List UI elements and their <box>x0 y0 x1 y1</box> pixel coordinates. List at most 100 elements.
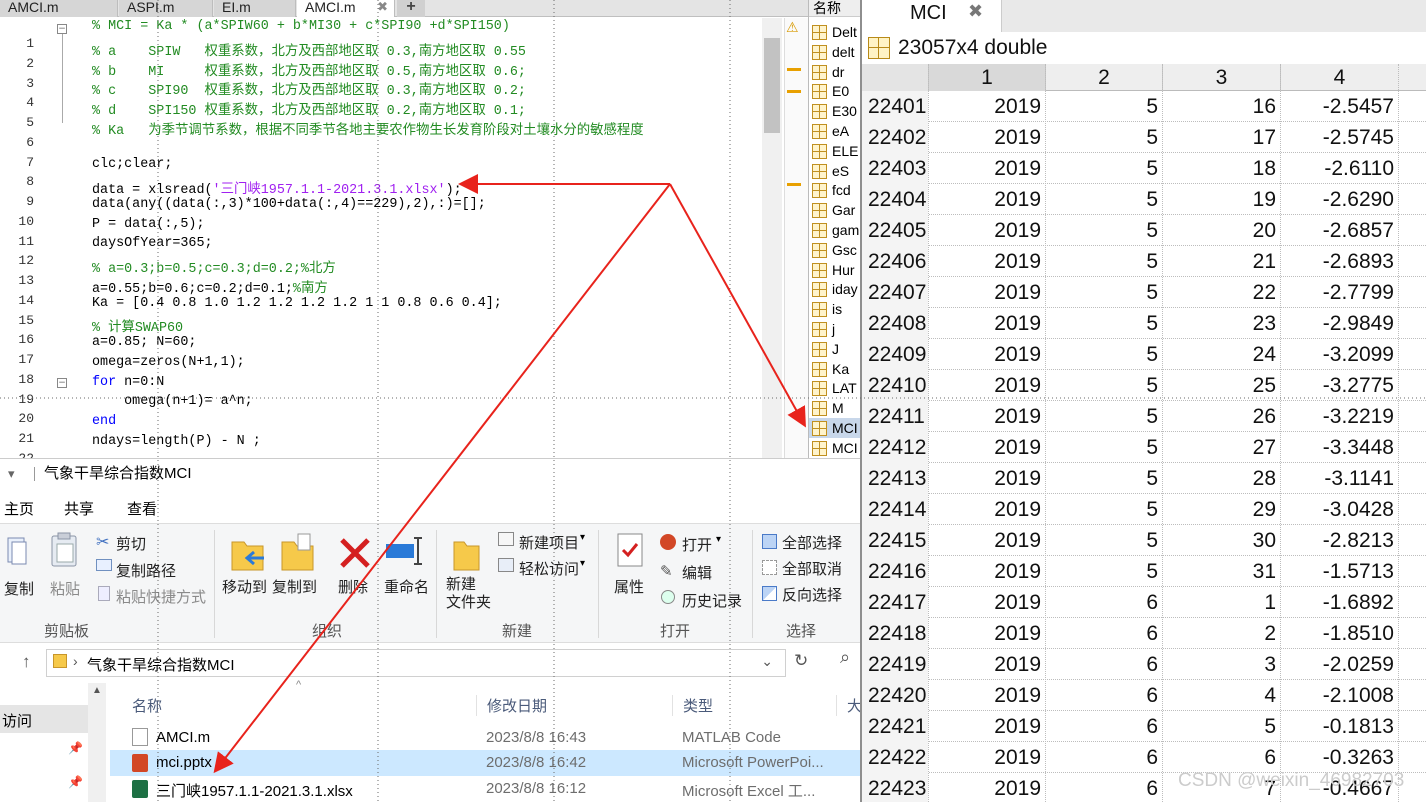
row-header[interactable]: 22413 <box>862 463 928 494</box>
code-line[interactable]: % c SPI90 权重系数，北方及西部地区取 0.3,南方地区取 0.2; <box>92 78 526 99</box>
code-line[interactable]: omega=zeros(N+1,1); <box>92 355 245 370</box>
code-line[interactable]: % d SPI150 权重系数，北方及西部地区取 0.2,南方地区取 0.1; <box>92 98 526 119</box>
variable-grid[interactable]: 1 2 3 4 22401 2019 5 16 -2.5457 22402 2019 5 17-… <box>862 64 1426 802</box>
grid-cell[interactable]: 16 <box>1162 91 1280 122</box>
grid-cell[interactable]: -0.3263 <box>1280 742 1398 773</box>
grid-cell[interactable]: -2.1008 <box>1280 680 1398 711</box>
code-line[interactable]: a=0.55;b=0.6;c=0.2;d=0.1;%南方 <box>92 276 328 297</box>
grid-cell[interactable]: 30 <box>1162 525 1280 556</box>
code-line[interactable]: % a=0.3;b=0.5;c=0.3;d=0.2;%北方 <box>92 256 336 277</box>
grid-cell[interactable]: -2.7799 <box>1280 277 1398 308</box>
grid-cell[interactable]: 20 <box>1162 215 1280 246</box>
variable-tab-mci[interactable]: MCI ✖ <box>862 0 1002 32</box>
row-header[interactable]: 22406 <box>862 246 928 277</box>
grid-cell[interactable]: 5 <box>1045 308 1162 339</box>
grid-cell[interactable]: -1.5713 <box>1280 556 1398 587</box>
grid-cell[interactable]: 2019 <box>928 649 1045 680</box>
table-row[interactable]: 22408 2019 5 23 -2.9849 <box>862 308 1426 339</box>
workspace-variable[interactable]: Ka <box>809 359 860 379</box>
row-header[interactable]: 22401 <box>862 91 928 122</box>
grid-cell[interactable]: 2019 <box>928 556 1045 587</box>
grid-cell[interactable]: 5 <box>1045 122 1162 153</box>
workspace-variable[interactable]: Gar <box>809 200 860 220</box>
grid-cell[interactable]: -2.6290 <box>1280 184 1398 215</box>
row-header[interactable]: 22404 <box>862 184 928 215</box>
refresh-icon[interactable]: ↻ <box>794 651 808 671</box>
grid-cell[interactable]: 2019 <box>928 401 1045 432</box>
column-name[interactable]: 名称 <box>132 695 162 716</box>
grid-cell[interactable]: 4 <box>1162 680 1280 711</box>
code-line[interactable]: a=0.85; N=60; <box>92 335 196 350</box>
grid-cell[interactable]: 21 <box>1162 246 1280 277</box>
grid-cell[interactable]: 25 <box>1162 370 1280 401</box>
grid-cell[interactable]: 6 <box>1045 618 1162 649</box>
workspace-variable[interactable]: dr <box>809 62 860 82</box>
copy-path-button[interactable]: 复制路径 <box>116 560 176 581</box>
grid-cell[interactable]: 28 <box>1162 463 1280 494</box>
grid-cell[interactable]: 2019 <box>928 339 1045 370</box>
grid-cell[interactable]: 5 <box>1045 153 1162 184</box>
close-icon[interactable]: ✖ <box>968 1 983 22</box>
code-line[interactable]: omega(n+1)= a^n; <box>92 394 253 409</box>
grid-cell[interactable]: 2019 <box>928 742 1045 773</box>
quick-access-toolbar-icon[interactable]: ▾ <box>8 459 15 489</box>
grid-cell[interactable]: 5 <box>1045 370 1162 401</box>
editor-tab-amci-active[interactable]: AMCI.m ✖ <box>297 0 395 17</box>
code-line[interactable]: data(any((data(:,3)*100+data(:,4)==229),… <box>92 197 486 212</box>
table-row[interactable]: 22419 2019 6 3 -2.0259 <box>862 649 1426 680</box>
file-row-xlsx[interactable]: 三门峡1957.1.1-2021.3.1.xlsx 2023/8/8 16:12… <box>110 776 860 802</box>
file-row-amci[interactable]: AMCI.m 2023/8/8 16:43 MATLAB Code <box>110 725 860 751</box>
workspace-variable[interactable]: delt <box>809 42 860 62</box>
grid-cell[interactable]: 6 <box>1162 742 1280 773</box>
grid-cell[interactable]: 2019 <box>928 432 1045 463</box>
grid-cell[interactable]: 5 <box>1045 494 1162 525</box>
grid-cell[interactable]: 27 <box>1162 432 1280 463</box>
workspace-variable[interactable]: E0 <box>809 81 860 101</box>
copy-button[interactable]: 复制 <box>4 578 34 599</box>
code-line[interactable]: end <box>92 414 116 429</box>
table-row[interactable]: 22422 2019 6 6 -0.3263 <box>862 742 1426 773</box>
column-header-1[interactable]: 1 <box>928 64 1045 91</box>
editor-scroll-thumb[interactable] <box>764 38 780 133</box>
easy-access-button[interactable]: 轻松访问 <box>519 558 579 579</box>
row-header[interactable]: 22421 <box>862 711 928 742</box>
grid-cell[interactable]: 2019 <box>928 246 1045 277</box>
grid-cell[interactable]: 2019 <box>928 370 1045 401</box>
grid-cell[interactable]: -3.2775 <box>1280 370 1398 401</box>
code-line[interactable]: Ka = [0.4 0.8 1.0 1.2 1.2 1.2 1.2 1 1 0.… <box>92 296 502 311</box>
code-editor[interactable]: AMCI.m ASPI.m EI.m AMCI.m ✖ + 1234567891… <box>0 0 808 458</box>
chevron-down-icon[interactable]: ▾ <box>716 534 721 545</box>
grid-cell[interactable]: -2.5457 <box>1280 91 1398 122</box>
grid-cell[interactable]: 5 <box>1045 184 1162 215</box>
grid-cell[interactable]: 5 <box>1045 91 1162 122</box>
grid-cell[interactable]: 5 <box>1045 246 1162 277</box>
code-line[interactable]: clc;clear; <box>92 157 172 172</box>
grid-cell[interactable]: -2.6110 <box>1280 153 1398 184</box>
properties-button[interactable]: 属性 <box>614 576 644 597</box>
grid-cell[interactable]: -2.9849 <box>1280 308 1398 339</box>
grid-cell[interactable]: 5 <box>1045 277 1162 308</box>
code-line[interactable]: P = data(:,5); <box>92 217 205 232</box>
grid-cell[interactable]: -2.0259 <box>1280 649 1398 680</box>
edit-button[interactable]: 编辑 <box>682 562 712 583</box>
table-row[interactable]: 22409 2019 5 24 -3.2099 <box>862 339 1426 370</box>
tab-share[interactable]: 共享 <box>64 498 94 519</box>
grid-cell[interactable]: 5 <box>1162 711 1280 742</box>
workspace-variable[interactable]: iday <box>809 279 860 299</box>
row-header[interactable]: 22415 <box>862 525 928 556</box>
grid-cell[interactable]: -2.6893 <box>1280 246 1398 277</box>
chevron-down-icon[interactable]: ▾ <box>580 532 585 543</box>
grid-cell[interactable]: -2.8213 <box>1280 525 1398 556</box>
editor-tab-aspi[interactable]: ASPI.m <box>119 0 213 17</box>
warning-marker[interactable] <box>787 68 801 71</box>
row-header[interactable]: 22417 <box>862 587 928 618</box>
table-row[interactable]: 22415 2019 5 30 -2.8213 <box>862 525 1426 556</box>
grid-cell[interactable]: -3.2099 <box>1280 339 1398 370</box>
pin-icon[interactable]: 📌 <box>68 741 83 755</box>
workspace-variable[interactable]: LAT <box>809 378 860 398</box>
table-row[interactable]: 22418 2019 6 2 -1.8510 <box>862 618 1426 649</box>
workspace-variable[interactable]: eA <box>809 121 860 141</box>
code-line[interactable]: % 计算SWAP60 <box>92 315 183 336</box>
paste-shortcut-button[interactable]: 粘贴快捷方式 <box>116 586 206 607</box>
paste-button[interactable]: 粘贴 <box>50 578 80 599</box>
